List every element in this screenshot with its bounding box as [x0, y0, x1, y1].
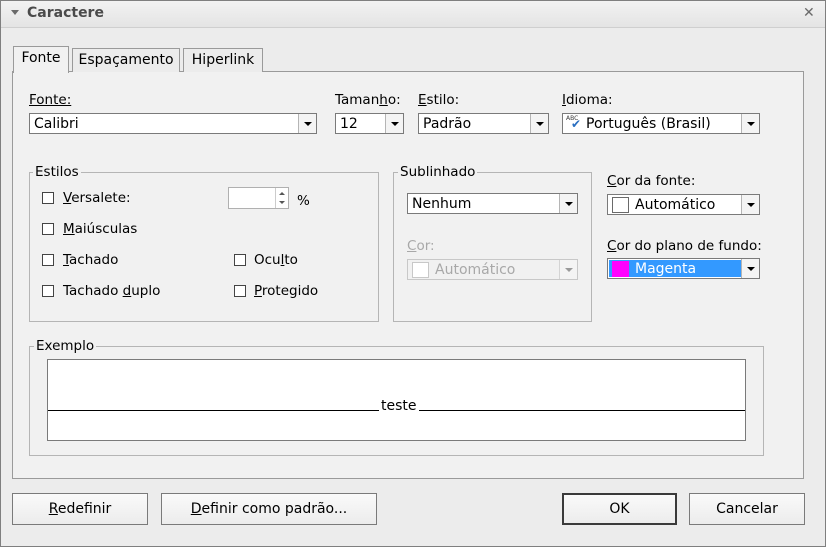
protegido-checkbox[interactable]: [234, 285, 246, 297]
cor-fonte-value: Automático: [635, 197, 716, 213]
sublinhado-legend: Sublinhado: [398, 164, 478, 180]
chevron-down-icon[interactable]: [741, 114, 759, 133]
language-label: Idioma:: [562, 92, 613, 108]
font-size-value: 12: [340, 116, 358, 132]
sublinhado-cor-combo: Automático: [407, 259, 578, 280]
font-style-combo[interactable]: Padrão: [418, 113, 549, 134]
estilos-legend: Estilos: [33, 164, 81, 180]
chevron-down-icon[interactable]: [385, 114, 403, 133]
tab-hiperlink[interactable]: Hiperlink: [183, 48, 263, 72]
color-swatch: [412, 262, 429, 278]
font-name-label: Fonte:: [29, 92, 72, 108]
font-style-label: Estilo:: [418, 92, 460, 108]
language-value: Português (Brasil): [586, 116, 711, 132]
font-style-value: Padrão: [423, 116, 472, 132]
versalete-spin-field[interactable]: [228, 187, 289, 209]
chevron-down-icon: [559, 260, 577, 279]
ok-button[interactable]: OK: [562, 493, 677, 525]
tachado-checkbox[interactable]: [42, 254, 54, 266]
tachado-duplo-checkbox[interactable]: [42, 285, 54, 297]
color-swatch: [612, 197, 629, 213]
exemplo-legend: Exemplo: [34, 338, 97, 354]
chevron-down-icon[interactable]: [559, 194, 577, 213]
preview-text: teste: [379, 398, 419, 414]
tab-espacamento[interactable]: Espaçamento: [72, 48, 180, 72]
spin-buttons[interactable]: [275, 188, 289, 208]
sublinhado-value: Nenhum: [412, 196, 472, 212]
cor-fonte-combo[interactable]: Automático: [607, 194, 760, 215]
language-combo[interactable]: ABC ✔ Português (Brasil): [562, 113, 760, 134]
oculto-checkbox[interactable]: [234, 254, 246, 266]
cancelar-button[interactable]: Cancelar: [689, 493, 805, 525]
cor-fundo-value: Magenta: [635, 261, 697, 277]
oculto-label: Oculto: [254, 252, 298, 268]
chevron-down-icon[interactable]: [741, 195, 759, 214]
versalete-checkbox[interactable]: [42, 192, 54, 204]
cor-fundo-combo[interactable]: Magenta: [607, 258, 760, 279]
tachado-label: Tachado: [63, 252, 119, 268]
font-name-combo[interactable]: Calibri: [29, 113, 317, 134]
redefinir-button[interactable]: Redefinir: [12, 493, 148, 525]
font-size-combo[interactable]: 12: [335, 113, 404, 134]
color-swatch: [612, 261, 629, 277]
sublinhado-cor-value: Automático: [435, 262, 516, 278]
tab-fonte[interactable]: Fonte: [13, 46, 69, 73]
maiusculas-label: Maiúsculas: [63, 221, 138, 237]
spin-up-icon[interactable]: [279, 192, 285, 195]
cor-fonte-label: Cor da fonte:: [607, 173, 696, 189]
chevron-down-icon[interactable]: [530, 114, 548, 133]
tachado-duplo-label: Tachado duplo: [63, 283, 161, 299]
spin-down-icon[interactable]: [279, 201, 285, 204]
font-size-label: Tamanho:: [335, 92, 401, 108]
preview-box: teste: [47, 359, 746, 441]
font-name-value: Calibri: [34, 116, 79, 132]
percent-label: %: [297, 193, 310, 209]
chevron-down-icon[interactable]: [741, 259, 759, 278]
chevron-down-icon[interactable]: [298, 114, 316, 133]
maiusculas-checkbox[interactable]: [42, 223, 54, 235]
definir-padrao-button[interactable]: Definir como padrão...: [161, 493, 377, 525]
title-bar[interactable]: [1, 1, 825, 28]
sublinhado-combo[interactable]: Nenhum: [407, 193, 578, 214]
spellcheck-icon: ✔: [571, 117, 582, 131]
protegido-label: Protegido: [254, 283, 319, 299]
close-icon[interactable]: ✕: [803, 5, 815, 21]
versalete-label: Versalete:: [63, 190, 131, 206]
window-menu-arrow-icon[interactable]: [11, 10, 19, 15]
sublinhado-cor-label: Cor:: [407, 238, 435, 254]
cor-fundo-label: Cor do plano de fundo:: [607, 238, 762, 254]
window-title: Caractere: [27, 5, 104, 21]
